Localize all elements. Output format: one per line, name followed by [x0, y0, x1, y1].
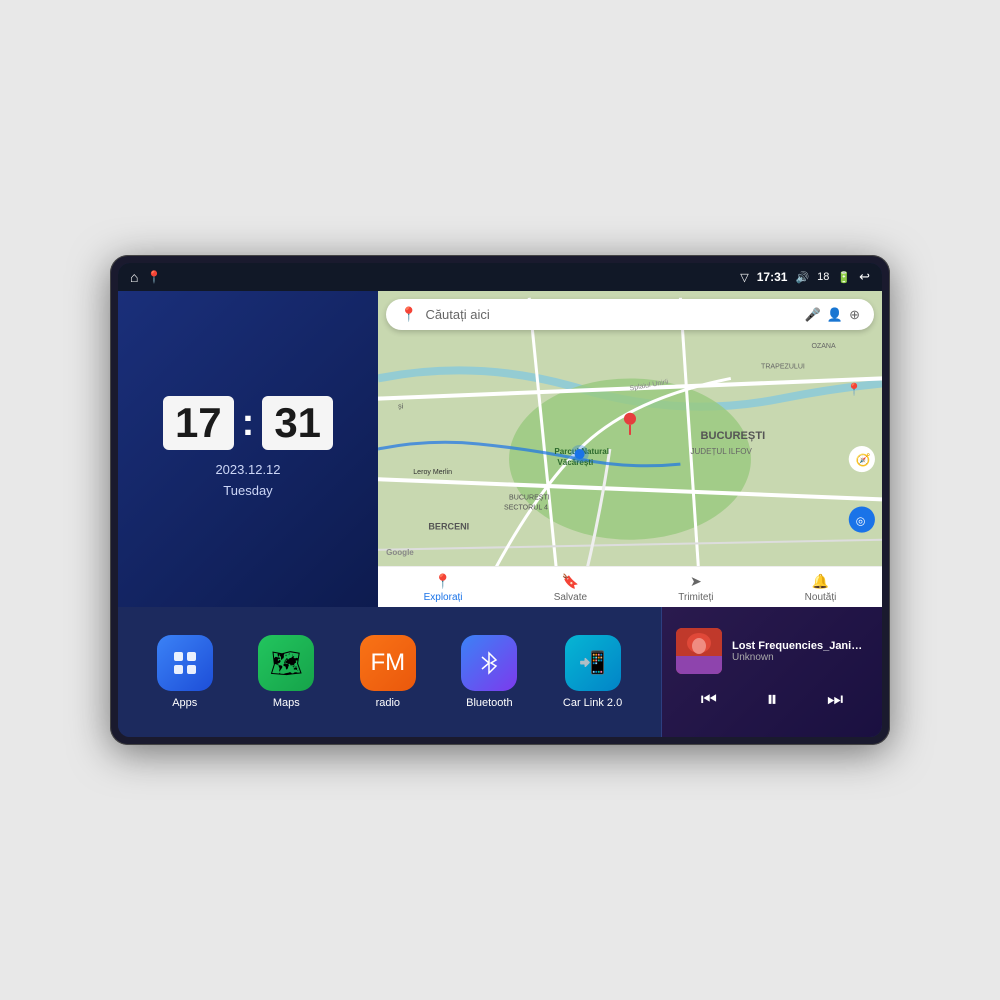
clock-minutes: 31 — [262, 396, 333, 450]
layers-icon[interactable]: ⊕ — [849, 307, 860, 323]
news-icon: 🔔 — [812, 573, 829, 590]
map-search-bar[interactable]: 📍 Căutați aici 🎤 👤 ⊕ — [386, 299, 874, 330]
clock-display: 17 : 31 — [163, 396, 333, 450]
app-item-apps[interactable]: Apps — [157, 635, 213, 709]
top-row: 17 : 31 2023.12.12 Tuesday 📍 Căutați aic… — [118, 291, 882, 607]
home-icon[interactable]: ⌂ — [130, 269, 138, 285]
back-icon[interactable]: ↩ — [859, 269, 870, 285]
share-icon: ➤ — [690, 573, 702, 590]
date-value: 2023.12.12 — [215, 460, 280, 481]
prev-button[interactable]: ⏮ — [693, 685, 725, 714]
album-art-svg — [676, 628, 722, 674]
clock-hours: 17 — [163, 396, 234, 450]
status-right-icons: ▽ 17:31 🔊 18 🔋 ↩ — [740, 269, 870, 285]
radio-icon-wrapper: FM — [360, 635, 416, 691]
music-title: Lost Frequencies_Janieck Devy-... — [732, 640, 868, 652]
screen: ⌂ 📍 ▽ 17:31 🔊 18 🔋 ↩ 17 : — [118, 263, 882, 737]
carlink-label: Car Link 2.0 — [563, 697, 622, 709]
apps-section: Apps 🗺 Maps FM radio — [118, 607, 662, 737]
saved-icon: 🔖 — [562, 573, 579, 590]
map-search-icons: 🎤 👤 ⊕ — [805, 307, 860, 323]
carlink-icon-wrapper: 📲 — [565, 635, 621, 691]
bluetooth-icon-wrapper — [461, 635, 517, 691]
maps-shortcut-icon[interactable]: 📍 — [146, 270, 161, 284]
clock-separator: : — [242, 404, 255, 442]
map-svg: BUCUREȘTI JUDEȚUL ILFOV BERCENI BUCUREȘT… — [378, 291, 882, 607]
map-search-text[interactable]: Căutați aici — [425, 307, 796, 322]
map-nav-saved[interactable]: 🔖 Salvate — [554, 573, 587, 603]
maps-icon: 🗺 — [270, 648, 303, 679]
radio-icon: FM — [371, 649, 406, 677]
date-info: 2023.12.12 Tuesday — [215, 460, 280, 502]
music-thumb-art — [676, 628, 722, 674]
music-controls: ⏮ ⏸ ⏭ — [676, 682, 868, 716]
map-nav-share[interactable]: ➤ Trimiteți — [678, 573, 713, 603]
bottom-row: Apps 🗺 Maps FM radio — [118, 607, 882, 737]
map-background: BUCUREȘTI JUDEȚUL ILFOV BERCENI BUCUREȘT… — [378, 291, 882, 607]
battery-level: 18 — [817, 271, 829, 283]
next-button[interactable]: ⏭ — [819, 685, 851, 714]
map-panel[interactable]: 📍 Căutați aici 🎤 👤 ⊕ — [378, 291, 882, 607]
clock-panel: 17 : 31 2023.12.12 Tuesday — [118, 291, 378, 607]
apps-icon-wrapper — [157, 635, 213, 691]
time-display: 17:31 — [757, 270, 788, 284]
svg-text:TRAPEZULUI: TRAPEZULUI — [761, 363, 805, 370]
share-label: Trimiteți — [678, 592, 713, 603]
svg-text:Leroy Merlin: Leroy Merlin — [413, 469, 452, 476]
maps-icon-wrapper: 🗺 — [258, 635, 314, 691]
volume-icon[interactable]: 🔊 — [795, 271, 809, 284]
map-nav-explore[interactable]: 📍 Explorați — [424, 573, 463, 603]
apps-icon — [171, 649, 199, 677]
app-item-bluetooth[interactable]: Bluetooth — [461, 635, 517, 709]
bluetooth-icon — [476, 650, 502, 676]
news-label: Noutăți — [805, 592, 837, 603]
svg-text:JUDEȚUL ILFOV: JUDEȚUL ILFOV — [690, 447, 752, 456]
device-frame: ⌂ 📍 ▽ 17:31 🔊 18 🔋 ↩ 17 : — [110, 255, 890, 745]
gps-icon: ▽ — [740, 271, 748, 284]
saved-label: Salvate — [554, 592, 587, 603]
music-info: Lost Frequencies_Janieck Devy-... Unknow… — [676, 628, 868, 674]
music-details: Lost Frequencies_Janieck Devy-... Unknow… — [732, 640, 868, 663]
svg-text:◎: ◎ — [856, 516, 866, 528]
maps-label: Maps — [273, 697, 300, 709]
svg-text:🧭: 🧭 — [856, 453, 871, 467]
play-pause-button[interactable]: ⏸ — [758, 682, 785, 716]
radio-label: radio — [376, 697, 400, 709]
svg-text:BERCENI: BERCENI — [428, 522, 469, 532]
app-item-maps[interactable]: 🗺 Maps — [258, 635, 314, 709]
app-item-carlink[interactable]: 📲 Car Link 2.0 — [563, 635, 622, 709]
google-maps-pin-icon: 📍 — [400, 306, 417, 323]
explore-label: Explorați — [424, 592, 463, 603]
carlink-icon: 📲 — [579, 650, 606, 676]
app-item-radio[interactable]: FM radio — [360, 635, 416, 709]
music-section: Lost Frequencies_Janieck Devy-... Unknow… — [662, 607, 882, 737]
explore-icon: 📍 — [434, 573, 451, 590]
svg-text:BUCUREȘTI: BUCUREȘTI — [701, 430, 766, 442]
music-artist: Unknown — [732, 652, 868, 663]
day-value: Tuesday — [215, 481, 280, 502]
battery-icon: 🔋 — [837, 271, 851, 284]
svg-text:BUCUREȘTI: BUCUREȘTI — [509, 494, 550, 501]
svg-text:SECTORUL 4: SECTORUL 4 — [504, 504, 548, 511]
svg-text:Google: Google — [386, 548, 414, 557]
bluetooth-label: Bluetooth — [466, 697, 512, 709]
svg-text:și: și — [398, 404, 404, 411]
svg-text:OZANA: OZANA — [811, 343, 836, 350]
status-left-icons: ⌂ 📍 — [130, 269, 161, 285]
apps-label: Apps — [172, 697, 197, 709]
music-thumbnail — [676, 628, 722, 674]
account-icon[interactable]: 👤 — [827, 307, 843, 323]
map-nav-news[interactable]: 🔔 Noutăți — [805, 573, 837, 603]
map-bottom-bar: 📍 Explorați 🔖 Salvate ➤ Trimiteți 🔔 — [378, 566, 882, 607]
svg-text:📍: 📍 — [847, 383, 862, 397]
main-content: 17 : 31 2023.12.12 Tuesday 📍 Căutați aic… — [118, 291, 882, 737]
mic-icon[interactable]: 🎤 — [805, 307, 821, 323]
status-bar: ⌂ 📍 ▽ 17:31 🔊 18 🔋 ↩ — [118, 263, 882, 291]
